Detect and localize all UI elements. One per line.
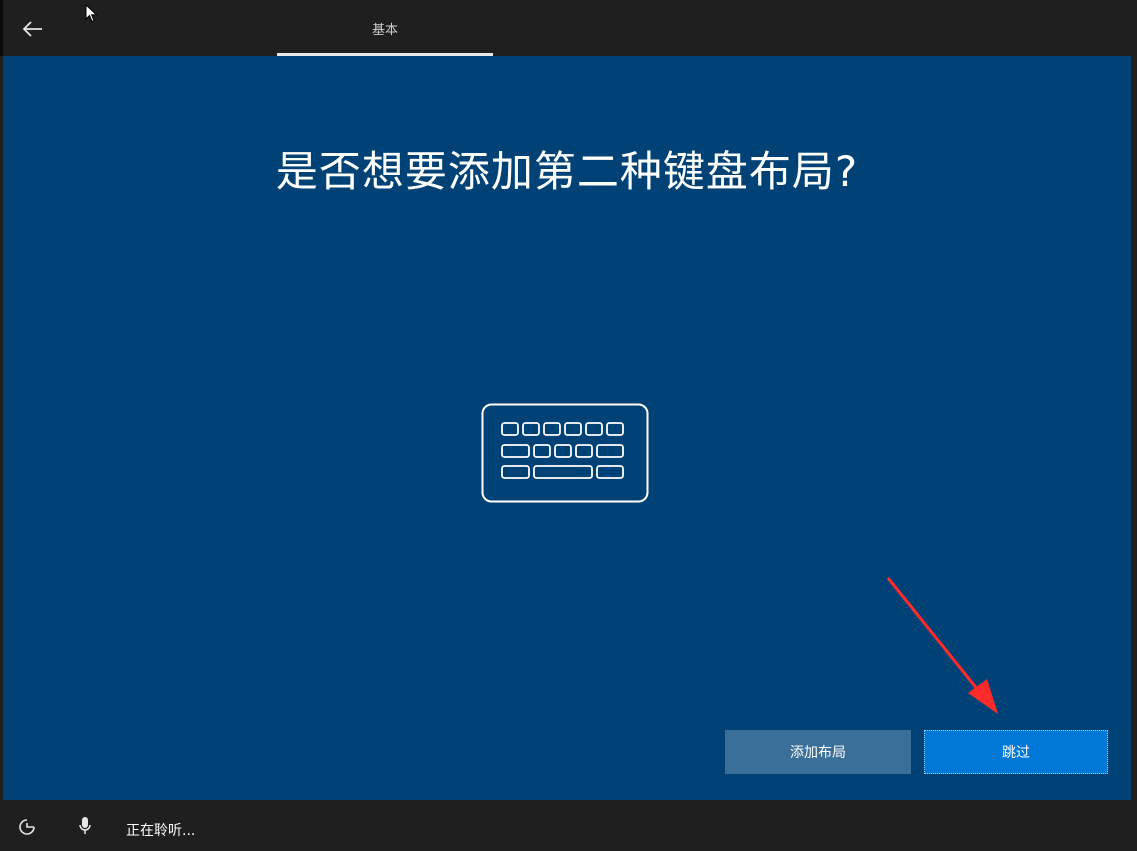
bottom-bar: 正在聆听...	[0, 800, 1137, 851]
back-button[interactable]	[13, 12, 51, 46]
main-panel: 是否想要添加第二种键盘布局? 添加布局 跳过	[3, 56, 1131, 800]
top-bar: 基本	[0, 0, 1137, 56]
tab-basic-label: 基本	[371, 22, 398, 38]
keyboard-icon	[481, 403, 649, 503]
listening-status: 正在聆听...	[126, 823, 196, 839]
microphone-icon[interactable]	[78, 816, 92, 836]
back-arrow-icon	[22, 21, 42, 37]
tab-basic: 基本	[277, 0, 493, 56]
mouse-cursor-icon	[85, 4, 98, 23]
add-layout-button[interactable]: 添加布局	[725, 730, 911, 774]
ease-of-access-icon[interactable]	[18, 818, 36, 836]
page-title: 是否想要添加第二种键盘布局?	[275, 147, 859, 196]
skip-button[interactable]: 跳过	[924, 730, 1108, 774]
